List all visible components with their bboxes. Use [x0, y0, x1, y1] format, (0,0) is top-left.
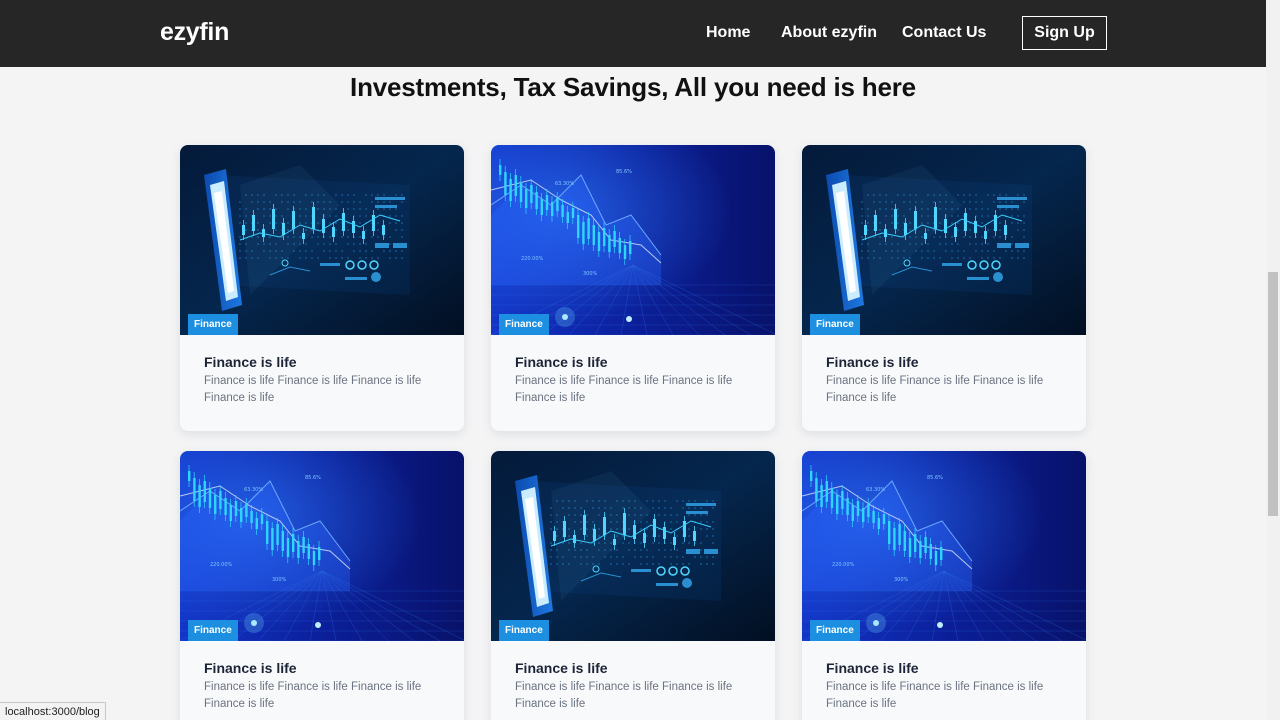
- card-thumbnail-image: 63.30% 85.6% 220.00% 300%: [491, 145, 775, 335]
- card-title[interactable]: Finance is life: [204, 660, 297, 676]
- blog-card[interactable]: 63.30% 85.6% 220.00% 300% Finance Financ…: [802, 451, 1086, 720]
- blog-card[interactable]: 63.30% 85.6% 220.00% 300% Finance Financ…: [180, 451, 464, 720]
- card-thumbnail-image: [491, 451, 775, 641]
- card-description: Finance is life Finance is life Finance …: [204, 681, 422, 710]
- svg-text:63.30%: 63.30%: [555, 181, 574, 187]
- card-title[interactable]: Finance is life: [515, 354, 608, 370]
- nav-home-link[interactable]: Home: [706, 24, 750, 42]
- blog-card[interactable]: Finance Finance is life Finance is life …: [491, 451, 775, 720]
- navbar: ezyfin Home About ezyfin Contact Us Sign…: [0, 0, 1266, 67]
- category-badge[interactable]: Finance: [188, 314, 238, 335]
- card-title[interactable]: Finance is life: [515, 660, 608, 676]
- blog-card[interactable]: Finance Finance is life Finance is life …: [802, 145, 1086, 431]
- card-thumbnail-image: 63.30% 85.6% 220.00% 300%: [802, 451, 1086, 641]
- card-title[interactable]: Finance is life: [204, 354, 297, 370]
- svg-text:85.6%: 85.6%: [616, 169, 632, 175]
- svg-text:220.00%: 220.00%: [832, 562, 854, 568]
- card-title[interactable]: Finance is life: [826, 354, 919, 370]
- svg-text:85.6%: 85.6%: [305, 475, 321, 481]
- category-badge[interactable]: Finance: [499, 314, 549, 335]
- category-badge[interactable]: Finance: [499, 620, 549, 641]
- card-thumbnail-image: [802, 145, 1086, 335]
- card-thumbnail-image: [180, 145, 464, 335]
- scrollbar-thumb[interactable]: [1268, 272, 1278, 516]
- nav-contact-link[interactable]: Contact Us: [902, 24, 986, 42]
- nav-about-link[interactable]: About ezyfin: [781, 24, 877, 42]
- svg-text:300%: 300%: [583, 271, 598, 277]
- status-bar-url: localhost:3000/blog: [0, 702, 106, 720]
- svg-text:300%: 300%: [272, 577, 287, 583]
- category-badge[interactable]: Finance: [810, 314, 860, 335]
- card-title[interactable]: Finance is life: [826, 660, 919, 676]
- card-description: Finance is life Finance is life Finance …: [515, 681, 733, 710]
- card-description: Finance is life Finance is life Finance …: [515, 375, 733, 404]
- svg-text:85.6%: 85.6%: [927, 475, 943, 481]
- card-thumbnail-image: 63.30% 85.6% 220.00% 300%: [180, 451, 464, 641]
- brand-logo[interactable]: ezyfin: [160, 18, 229, 47]
- card-description: Finance is life Finance is life Finance …: [826, 375, 1044, 404]
- blog-card[interactable]: Finance Finance is life Finance is life …: [180, 145, 464, 431]
- svg-text:300%: 300%: [894, 577, 909, 583]
- blog-card[interactable]: 63.30% 85.6% 220.00% 300% Finance Financ…: [491, 145, 775, 431]
- svg-text:63.30%: 63.30%: [866, 487, 885, 493]
- card-description: Finance is life Finance is life Finance …: [204, 375, 422, 404]
- page-headline: Investments, Tax Savings, All you need i…: [350, 72, 916, 102]
- category-badge[interactable]: Finance: [188, 620, 238, 641]
- svg-text:220.00%: 220.00%: [210, 562, 232, 568]
- sign-up-button[interactable]: Sign Up: [1022, 16, 1107, 50]
- category-badge[interactable]: Finance: [810, 620, 860, 641]
- svg-text:63.30%: 63.30%: [244, 487, 263, 493]
- svg-text:220.00%: 220.00%: [521, 256, 543, 262]
- page-scrollbar[interactable]: [1266, 0, 1280, 720]
- card-description: Finance is life Finance is life Finance …: [826, 681, 1044, 710]
